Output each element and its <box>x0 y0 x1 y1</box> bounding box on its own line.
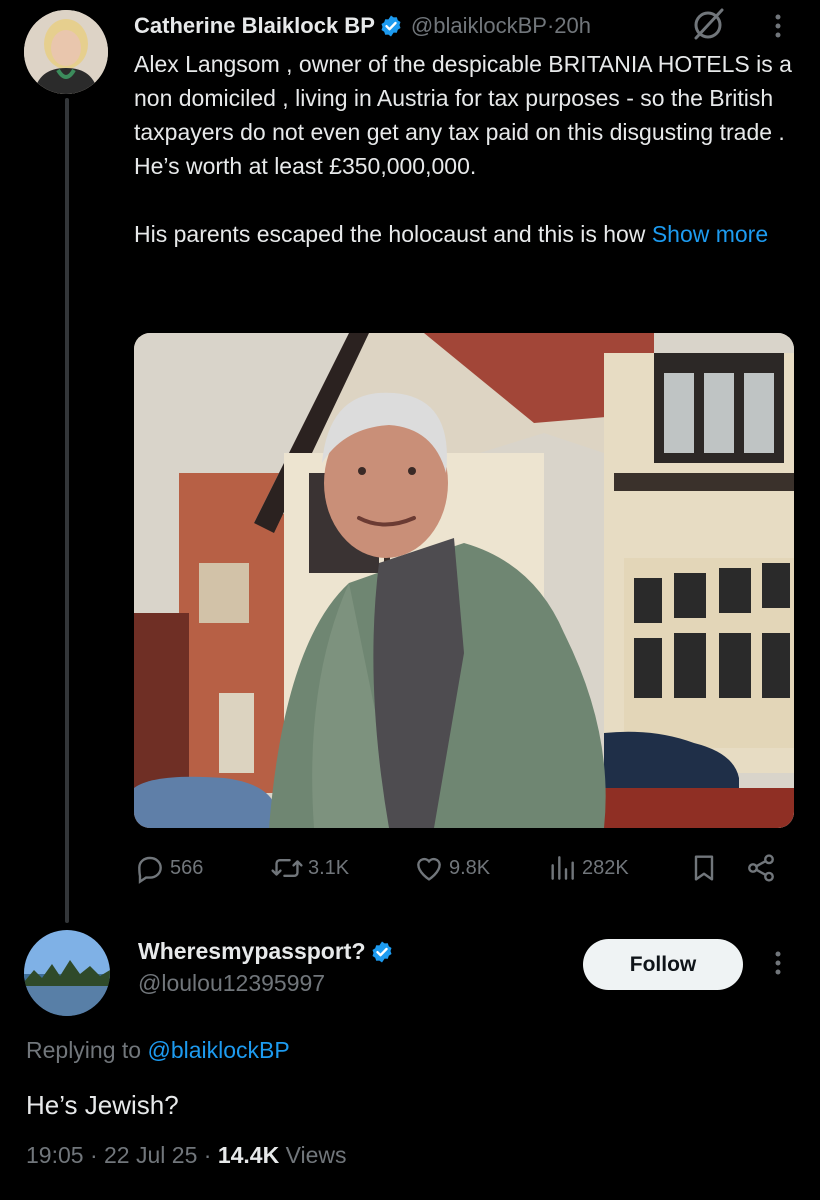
reply-count: 566 <box>170 856 204 879</box>
replying-prefix: Replying to <box>26 1037 148 1063</box>
author-handle[interactable]: @blaiklockBP <box>411 13 547 39</box>
share-icon[interactable] <box>745 852 777 884</box>
bookmark-icon[interactable] <box>688 852 720 884</box>
meta-dot: · <box>83 1142 105 1168</box>
tweet-text: Alex Langsom , owner of the despicable B… <box>134 47 794 251</box>
reply-header: Wheresmypassport? <box>138 938 394 965</box>
more-icon[interactable] <box>766 10 790 42</box>
views-action[interactable]: 282K <box>546 852 629 884</box>
replying-to: Replying to @blaiklockBP <box>26 1037 290 1064</box>
grok-icon[interactable] <box>690 6 726 42</box>
follow-button[interactable]: Follow <box>583 939 743 990</box>
verified-badge-icon <box>381 15 401 37</box>
reply-time[interactable]: 19:05 <box>26 1142 84 1168</box>
reply-text: He’s Jewish? <box>26 1090 179 1120</box>
meta-dot: · <box>197 1142 218 1168</box>
author-avatar[interactable] <box>24 10 108 94</box>
replying-mention-link[interactable]: @blaiklockBP <box>147 1037 289 1063</box>
more-icon[interactable] <box>766 946 790 980</box>
verified-badge-icon <box>372 941 392 962</box>
reply-author-avatar[interactable] <box>24 930 110 1016</box>
tweet-photo[interactable] <box>134 333 794 828</box>
like-count: 9.8K <box>449 856 491 879</box>
reply-views-count: 14.4K <box>217 1142 280 1168</box>
reply-icon <box>138 856 162 884</box>
reply-author-handle[interactable]: @loulou12395997 <box>138 970 325 997</box>
views-icon <box>551 856 574 880</box>
views-count: 282K <box>582 856 629 879</box>
repost-count: 3.1K <box>308 856 350 879</box>
show-more-link[interactable]: Show more <box>652 221 768 247</box>
like-icon <box>417 857 441 881</box>
repost-action[interactable]: 3.1K <box>270 852 349 884</box>
thread-line <box>65 98 69 923</box>
reply-views-label: Views <box>285 1142 347 1168</box>
header-separator: · <box>546 13 555 38</box>
author-name[interactable]: Catherine Blaiklock BP <box>134 13 375 39</box>
reply-author-name[interactable]: Wheresmypassport? <box>138 938 366 965</box>
reply-meta: 19:05 · 22 Jul 25 · 14.4K Views <box>26 1142 347 1169</box>
tweet-header: Catherine Blaiklock BP @blaiklockBP · 20… <box>134 8 591 44</box>
reply-date[interactable]: 22 Jul 25 <box>104 1142 197 1168</box>
reply-action[interactable]: 566 <box>134 852 203 884</box>
like-action[interactable]: 9.8K <box>413 852 490 884</box>
tweet-body: Alex Langsom , owner of the despicable B… <box>134 51 792 247</box>
tweet-time[interactable]: 20h <box>554 13 591 39</box>
repost-icon <box>271 858 303 878</box>
